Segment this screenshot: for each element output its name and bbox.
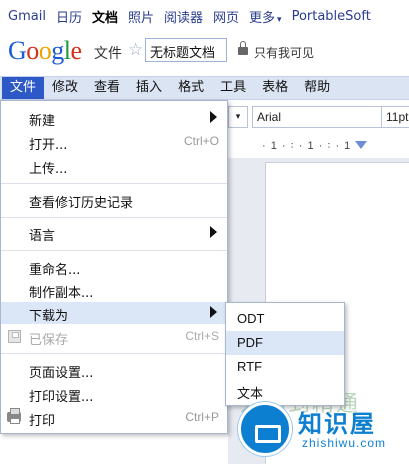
- menu-item-print[interactable]: 打印 Ctrl+P: [1, 407, 227, 429]
- ruler[interactable]: · 1 · ꞉ · 1 · ꞉ · 1: [262, 140, 409, 158]
- gbar-link-account[interactable]: PortableSoft: [292, 9, 371, 24]
- google-bar: Gmail 日历 文档 照片 阅读器 网页 更多 ▾ PortableSoft: [0, 0, 409, 32]
- menu-insert[interactable]: 插入: [128, 77, 170, 99]
- menu-item-revision-history[interactable]: 查看修订历史记录: [1, 189, 227, 211]
- submenu-arrow-icon: [210, 111, 217, 123]
- watermark-brand: 知识屋: [298, 410, 376, 438]
- menu-item-label: 查看修订历史记录: [29, 196, 134, 211]
- font-size-dropdown[interactable]: 11pt: [381, 106, 409, 128]
- shortcut-label: Ctrl+S: [185, 329, 219, 343]
- menu-item-saved: 已保存 Ctrl+S: [1, 326, 227, 348]
- logo-letter: o: [26, 36, 39, 65]
- gbar-link-more[interactable]: 更多 ▾: [249, 7, 282, 26]
- menu-help[interactable]: 帮助: [296, 77, 338, 99]
- menu-table[interactable]: 表格: [254, 77, 296, 99]
- chevron-down-icon: ▾: [277, 14, 282, 25]
- menu-item-open[interactable]: 打开... Ctrl+O: [1, 131, 227, 153]
- menu-format[interactable]: 格式: [170, 77, 212, 99]
- menu-item-label: 下载为: [29, 309, 69, 324]
- google-logo[interactable]: Google: [8, 36, 82, 66]
- lock-icon: [238, 41, 248, 55]
- shortcut-label: Ctrl+O: [183, 134, 219, 148]
- menu-item-label: 页面设置...: [29, 366, 94, 381]
- logo-letter: o: [38, 36, 52, 65]
- logo-letter: l: [63, 36, 71, 65]
- gbar-more-label: 更多: [249, 10, 276, 26]
- menu-item-download-as[interactable]: 下载为: [1, 302, 227, 324]
- font-value: Arial: [257, 110, 282, 124]
- menu-bar: 文件 修改 查看 插入 格式 工具 表格 帮助: [0, 76, 409, 100]
- logo-letter: g: [51, 36, 64, 65]
- submenu-arrow-icon: [210, 226, 217, 238]
- gbar-link-gmail[interactable]: Gmail: [8, 9, 46, 24]
- gbar-link-web[interactable]: 网页: [213, 7, 239, 26]
- menu-separator: [1, 353, 227, 354]
- menu-item-label: 新建: [29, 114, 56, 129]
- formatting-toolbar: ▾ Arial ▾ 11pt: [228, 106, 409, 132]
- download-option-pdf[interactable]: PDF: [226, 331, 344, 355]
- menu-item-upload[interactable]: 上传...: [1, 155, 227, 177]
- menu-item-label: 语言: [29, 229, 56, 244]
- menu-separator: [1, 183, 227, 184]
- logo-letter: e: [70, 36, 83, 65]
- doc-title-field[interactable]: 无标题文档: [145, 38, 227, 62]
- save-icon: [8, 330, 21, 343]
- gbar-link-docs[interactable]: 文档: [92, 7, 118, 26]
- submenu-item-label: RTF: [237, 359, 263, 374]
- submenu-item-label: ODT: [237, 311, 265, 326]
- star-icon[interactable]: ☆: [128, 40, 143, 60]
- font-size-value: 11pt: [386, 110, 409, 124]
- gbar-link-photos[interactable]: 照片: [128, 7, 154, 26]
- menu-edit[interactable]: 修改: [44, 77, 86, 99]
- menu-item-make-copy[interactable]: 制作副本...: [1, 279, 227, 301]
- menu-item-label: 制作副本...: [29, 286, 94, 301]
- menu-item-label: 打开...: [29, 138, 68, 153]
- download-submenu: ODT PDF RTF 文本: [225, 302, 345, 406]
- doc-header: Google 文件 ☆ 无标题文档 只有我可见: [0, 34, 409, 68]
- menu-view[interactable]: 查看: [86, 77, 128, 99]
- style-dropdown-arrow[interactable]: ▾: [228, 106, 248, 128]
- gbar-link-reader[interactable]: 阅读器: [164, 7, 203, 26]
- file-menu: 新建 打开... Ctrl+O 上传... 查看修订历史记录 语言 重命名...…: [0, 100, 228, 434]
- app-name: 文件: [94, 46, 122, 62]
- menu-item-language[interactable]: 语言: [1, 222, 227, 244]
- shortcut-label: Ctrl+P: [185, 410, 219, 424]
- watermark-domain: zhishiwu.com: [302, 436, 387, 450]
- download-option-odt[interactable]: ODT: [226, 307, 344, 331]
- download-option-rtf[interactable]: RTF: [226, 355, 344, 379]
- sharing-status[interactable]: 只有我可见: [254, 44, 314, 61]
- submenu-arrow-icon: [210, 306, 217, 318]
- menu-tools[interactable]: 工具: [212, 77, 254, 99]
- menu-item-label: 打印: [29, 414, 56, 429]
- menu-item-print-settings[interactable]: 打印设置...: [1, 383, 227, 405]
- menu-item-label: 打印设置...: [29, 390, 94, 405]
- menu-item-rename[interactable]: 重命名...: [1, 256, 227, 278]
- menu-item-label: 已保存: [29, 333, 69, 348]
- menu-item-label: 上传...: [29, 162, 68, 177]
- printer-icon: [7, 408, 21, 424]
- menu-item-label: 重命名...: [29, 263, 81, 278]
- monitor-icon: [238, 402, 292, 456]
- gbar-link-calendar[interactable]: 日历: [56, 7, 82, 26]
- watermark-logo: 知识屋 zhishiwu.com: [238, 396, 409, 460]
- submenu-item-label: PDF: [237, 335, 263, 350]
- menu-file[interactable]: 文件: [2, 77, 45, 99]
- menu-item-page-setup[interactable]: 页面设置...: [1, 359, 227, 381]
- menu-item-new[interactable]: 新建: [1, 107, 227, 129]
- logo-letter: G: [8, 36, 27, 65]
- menu-separator: [1, 250, 227, 251]
- font-dropdown[interactable]: Arial ▾: [252, 106, 402, 128]
- menu-separator: [1, 217, 227, 218]
